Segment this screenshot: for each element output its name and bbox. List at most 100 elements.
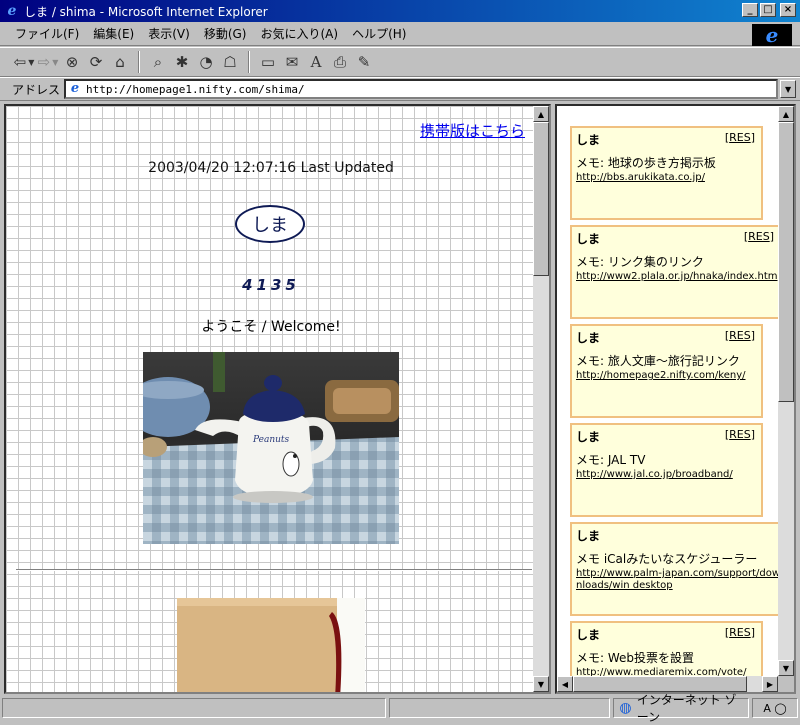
address-input[interactable]: e http://homepage1.nifty.com/shima/ [64,79,779,99]
memo-text: メモ: 旅人文庫～旅行記リンク [576,354,740,368]
mobile-version-link[interactable]: 携帯版はこちら [420,120,525,141]
ie-logo-icon: e [752,23,792,47]
menu-edit[interactable]: 編集(E) [86,25,141,42]
address-url: http://homepage1.nifty.com/shima/ [86,82,305,96]
scroll-thumb[interactable] [778,122,794,402]
dropdown-arrow-icon: ▼ [52,57,59,67]
book-photo [177,598,365,692]
menu-favorites[interactable]: お気に入り(A) [253,25,345,42]
forward-icon: ⇨ [37,53,51,71]
fullscreen-button[interactable]: ▭ [257,50,279,74]
channels-icon: ☖ [223,53,237,71]
memo-text: メモ: リンク集のリンク [576,255,704,269]
status-bar: ◍ インターネット ゾーン A ◯ [0,693,800,724]
right-horizontal-scrollbar[interactable]: ◀ ▶ [557,676,778,692]
page-icon: e [70,81,80,96]
scroll-left-button[interactable]: ◀ [557,676,573,692]
chevron-left-icon: ◀ [561,679,569,689]
memo-url-link[interactable]: http://www2.plala.or.jp/hnaka/index.htm [576,271,778,283]
right-vertical-scrollbar[interactable]: ▲ ▼ [778,106,794,676]
fullscreen-icon: ▭ [260,53,276,71]
memo-res-link[interactable]: [RES] [744,230,774,243]
search-button[interactable]: ⌕ [147,50,169,74]
ie-app-icon[interactable]: e [4,3,20,19]
memo-card: しま メモ iCalみたいなスケジューラー http://www.palm-ja… [570,522,782,616]
menu-bar: ファイル(F) 編集(E) 表示(V) 移動(G) お気に入り(A) ヘルプ(H… [0,22,800,46]
close-button[interactable]: × [780,3,796,17]
memo-url-link[interactable]: http://bbs.arukikata.co.jp/ [576,172,705,184]
channels-button[interactable]: ☖ [219,50,241,74]
scroll-thumb[interactable] [533,122,549,276]
memo-author: しま [576,628,601,642]
address-bar: アドレス e http://homepage1.nifty.com/shima/… [0,77,800,101]
memo-author: しま [576,133,601,147]
memo-card: しま [RES] メモ: JAL TV http://www.jal.co.jp… [570,423,763,517]
security-zone-pane: ◍ インターネット ゾーン [613,693,750,724]
history-button[interactable]: ◔ [195,50,217,74]
font-button[interactable]: A [305,50,327,74]
chevron-right-icon: ▶ [766,679,774,689]
favorites-icon: ✱ [175,53,189,71]
scroll-right-button[interactable]: ▶ [762,676,778,692]
maximize-button[interactable]: □ [760,3,776,17]
dropdown-arrow-icon: ▼ [28,57,35,67]
memo-text: メモ: Web投票を設置 [576,651,695,665]
memo-url-link[interactable]: http://homepage2.nifty.com/keny/ [576,370,746,382]
chevron-up-icon: ▲ [537,109,545,119]
memo-res-link[interactable]: [RES] [725,626,755,639]
teapot-photo: Peanuts [143,352,399,544]
status-text-pane [2,698,386,718]
memo-author: しま [576,430,601,444]
refresh-button[interactable]: ⟳ [85,50,107,74]
chevron-down-icon: ▼ [537,679,545,689]
ime-indicator[interactable]: A ◯ [752,698,798,718]
memo-res-link[interactable]: [RES] [725,329,755,342]
memo-res-link[interactable]: [RES] [725,428,755,441]
ime-icon: A ◯ [763,701,787,715]
scroll-up-button[interactable]: ▲ [778,106,794,122]
favorites-button[interactable]: ✱ [171,50,193,74]
print-icon: ⎙ [333,53,346,71]
memo-res-link[interactable]: [RES] [725,131,755,144]
search-icon: ⌕ [153,53,163,71]
logo-text: しま [252,215,288,236]
visitor-counter: 4135 [242,276,300,294]
menu-view[interactable]: 表示(V) [141,25,197,42]
forward-button[interactable]: ⇨ ▼ [37,50,59,74]
memo-url-link[interactable]: http://www.jal.co.jp/broadband/ [576,469,733,481]
title-bar: e しま / shima - Microsoft Internet Explor… [0,0,800,22]
minimize-button[interactable]: _ [742,3,758,17]
memo-frame: しま [RES] メモ: 地球の歩き方掲示板 http://bbs.arukik… [555,104,796,694]
scroll-thumb-horizontal[interactable] [573,676,747,692]
menu-file[interactable]: ファイル(F) [8,25,86,42]
memo-card: しま [RES] メモ: 旅人文庫～旅行記リンク http://homepage… [570,324,763,418]
edit-button[interactable]: ✎ [353,50,375,74]
menu-help[interactable]: ヘルプ(H) [345,25,413,42]
address-label: アドレス [12,82,61,97]
memo-text: メモ iCalみたいなスケジューラー [576,552,758,566]
stop-button[interactable]: ⊗ [61,50,83,74]
home-button[interactable]: ⌂ [109,50,131,74]
memo-url-link[interactable]: http://www.palm-japan.com/support/downlo… [576,568,780,592]
scroll-down-button[interactable]: ▼ [533,676,549,692]
stop-icon: ⊗ [65,53,79,71]
memo-author: しま [576,529,601,543]
last-updated: 2003/04/20 12:07:16 Last Updated [148,160,394,176]
print-button[interactable]: ⎙ [329,50,351,74]
mail-button[interactable]: ✉ [281,50,303,74]
scroll-up-button[interactable]: ▲ [533,106,549,122]
home-icon: ⌂ [115,53,125,71]
globe-icon: ◍ [619,700,632,716]
left-vertical-scrollbar[interactable]: ▲ ▼ [533,106,549,692]
teapot-label: Peanuts [252,435,290,445]
scroll-down-button[interactable]: ▼ [778,660,794,676]
memo-author: しま [576,331,601,345]
refresh-icon: ⟳ [89,53,103,71]
memo-text: メモ: JAL TV [576,453,646,467]
toolbar-separator [248,51,250,73]
back-button[interactable]: ⇦ ▼ [13,50,35,74]
mail-icon: ✉ [285,53,299,71]
menu-go[interactable]: 移動(G) [197,25,254,42]
address-dropdown-button[interactable]: ▼ [780,80,797,98]
divider [16,569,532,571]
